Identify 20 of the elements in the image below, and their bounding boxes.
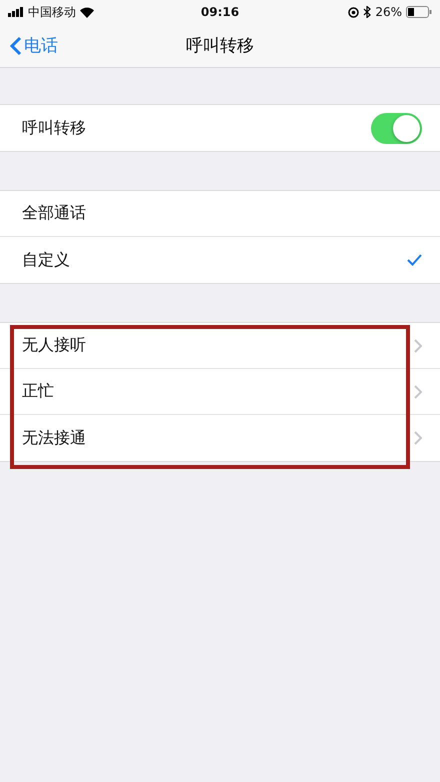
back-chevron-icon [10, 36, 22, 56]
row-label[interactable]: 无法接通 [22, 428, 86, 448]
row-label[interactable]: 正忙 [22, 381, 54, 402]
battery-icon [406, 6, 432, 18]
battery-percent: 26% [375, 5, 402, 19]
chevron-icon [414, 431, 422, 445]
row-label[interactable]: 无人接听 [22, 335, 86, 356]
toggle-switch[interactable] [371, 112, 422, 144]
bluetooth-icon [363, 6, 372, 18]
carrier-name: 中国移动 [28, 4, 76, 20]
checkmark-icon [407, 254, 422, 266]
rotation-lock-icon [348, 6, 360, 18]
clock-time: 09:16 [200, 5, 240, 19]
back-button[interactable]: 电话 [10, 34, 58, 57]
row-label: 呼叫转移 [22, 118, 86, 138]
page-title: 呼叫转移 [186, 35, 254, 57]
signal-icon [8, 7, 24, 17]
chevron-icon [414, 338, 422, 352]
wifi-icon [80, 6, 94, 18]
chevron-icon [414, 384, 422, 398]
